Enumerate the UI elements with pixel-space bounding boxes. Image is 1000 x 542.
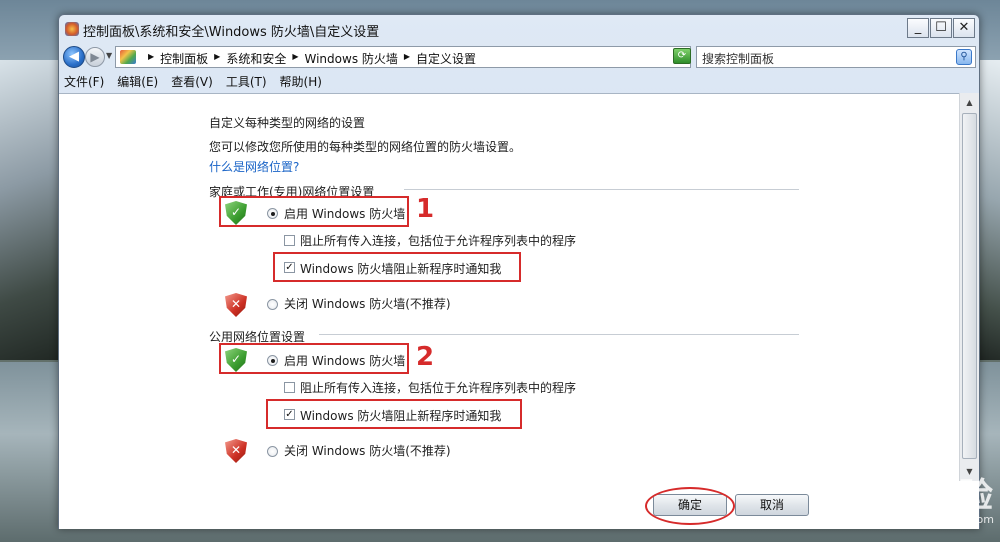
title-bar[interactable]: 控制面板\系统和安全\Windows 防火墙\自定义设置 _ ☐ ✕ bbox=[59, 15, 979, 43]
search-icon[interactable]: ⚲ bbox=[956, 49, 972, 65]
page-description: 您可以修改您所使用的每种类型的网络位置的防火墙设置。 bbox=[209, 140, 522, 154]
refresh-icon[interactable]: ⟳ bbox=[673, 48, 691, 64]
control-panel-window: 控制面板\系统和安全\Windows 防火墙\自定义设置 _ ☐ ✕ ◀ ▶ ▼… bbox=[58, 14, 980, 529]
chevron-right-icon[interactable]: ▶ bbox=[292, 50, 298, 67]
x-mark-icon: ✕ bbox=[230, 297, 242, 311]
control-panel-icon bbox=[65, 22, 79, 36]
watermark-logo: Baidu经验 bbox=[809, 476, 994, 516]
menu-help[interactable]: 帮助(H) bbox=[280, 73, 322, 93]
scroll-up-icon[interactable]: ▲ bbox=[962, 95, 977, 110]
close-button[interactable]: ✕ bbox=[953, 18, 975, 38]
menu-edit[interactable]: 编辑(E) bbox=[117, 73, 158, 93]
window-title: 控制面板\系统和安全\Windows 防火墙\自定义设置 bbox=[83, 25, 380, 40]
chevron-right-icon[interactable]: ▶ bbox=[404, 50, 410, 67]
forward-arrow-icon[interactable]: ▶ bbox=[85, 47, 105, 67]
breadcrumb[interactable]: ▶ 控制面板 ▶ 系统和安全 ▶ Windows 防火墙 ▶ 自定义设置 ▼ bbox=[115, 46, 691, 68]
back-arrow-icon[interactable]: ◀ bbox=[63, 46, 85, 68]
private-block-all-checkbox[interactable] bbox=[284, 235, 295, 246]
public-disable-label[interactable]: 关闭 Windows 防火墙(不推荐) bbox=[284, 442, 451, 459]
section-divider bbox=[319, 334, 799, 335]
menu-tools[interactable]: 工具(T) bbox=[226, 73, 267, 93]
minimize-button[interactable]: _ bbox=[907, 18, 929, 38]
x-mark-icon: ✕ bbox=[230, 443, 242, 457]
control-panel-small-icon bbox=[120, 50, 136, 64]
private-disable-label[interactable]: 关闭 Windows 防火墙(不推荐) bbox=[284, 295, 451, 312]
search-input[interactable]: 搜索控制面板 ⚲ bbox=[696, 46, 976, 68]
network-location-help-link[interactable]: 什么是网络位置? bbox=[209, 158, 299, 175]
menu-bar: 文件(F) 编辑(E) 查看(V) 工具(T) 帮助(H) bbox=[59, 73, 979, 93]
section-divider bbox=[404, 189, 799, 190]
annotation-ellipse-ok bbox=[645, 487, 735, 525]
window-controls: _ ☐ ✕ bbox=[906, 18, 975, 38]
scrollbar-thumb[interactable] bbox=[962, 113, 977, 459]
public-disable-radio[interactable] bbox=[267, 446, 278, 457]
recent-pages-dropdown-icon[interactable]: ▼ bbox=[106, 51, 112, 60]
vertical-scrollbar[interactable]: ▲ ▼ bbox=[959, 93, 979, 481]
page-heading: 自定义每种类型的网络的设置 bbox=[209, 116, 366, 130]
private-disable-radio[interactable] bbox=[267, 299, 278, 310]
public-block-all-label[interactable]: 阻止所有传入连接，包括位于允许程序列表中的程序 bbox=[300, 379, 576, 396]
cancel-button[interactable]: 取消 bbox=[735, 494, 809, 516]
menu-file[interactable]: 文件(F) bbox=[64, 73, 104, 93]
search-placeholder: 搜索控制面板 bbox=[702, 52, 775, 66]
public-block-all-checkbox[interactable] bbox=[284, 382, 295, 393]
address-bar: ◀ ▶ ▼ ▶ 控制面板 ▶ 系统和安全 ▶ Windows 防火墙 ▶ 自定义… bbox=[59, 43, 979, 73]
chevron-right-icon[interactable]: ▶ bbox=[148, 50, 154, 67]
private-block-all-label[interactable]: 阻止所有传入连接，包括位于允许程序列表中的程序 bbox=[300, 232, 576, 249]
annotation-number-2: 2 bbox=[416, 342, 435, 372]
maximize-button[interactable]: ☐ bbox=[930, 18, 952, 38]
annotation-box-notify-2 bbox=[266, 399, 522, 429]
breadcrumb-item[interactable]: 系统和安全 bbox=[226, 50, 286, 67]
breadcrumb-item[interactable]: 控制面板 bbox=[160, 50, 208, 67]
annotation-box-2 bbox=[219, 343, 409, 374]
menu-view[interactable]: 查看(V) bbox=[171, 73, 213, 93]
content-area: 自定义每种类型的网络的设置 您可以修改您所使用的每种类型的网络位置的防火墙设置。… bbox=[59, 93, 959, 529]
breadcrumb-items: ▶ 控制面板 ▶ 系统和安全 ▶ Windows 防火墙 ▶ 自定义设置 bbox=[142, 50, 476, 67]
annotation-number-1: 1 bbox=[416, 194, 435, 224]
breadcrumb-item[interactable]: Windows 防火墙 bbox=[305, 50, 398, 67]
annotation-box-notify-1 bbox=[273, 252, 521, 282]
annotation-box-1 bbox=[219, 196, 409, 227]
baidu-watermark: Baidu经验 jingyan.baidu.com bbox=[810, 468, 994, 526]
chevron-right-icon[interactable]: ▶ bbox=[214, 50, 220, 67]
breadcrumb-item[interactable]: 自定义设置 bbox=[416, 50, 476, 67]
